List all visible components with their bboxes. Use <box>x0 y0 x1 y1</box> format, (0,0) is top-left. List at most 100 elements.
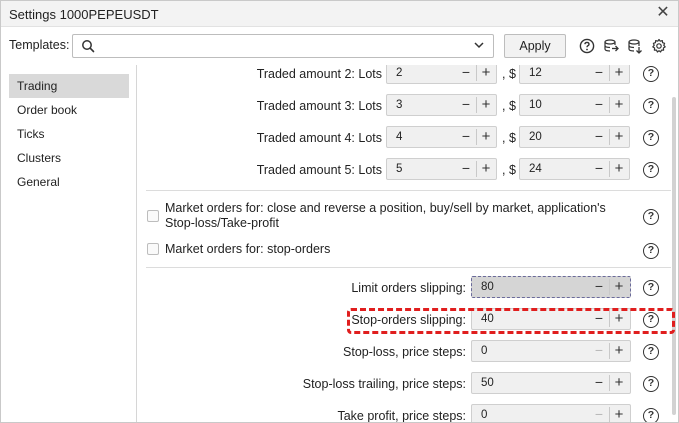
section-divider <box>146 267 671 268</box>
help-icon[interactable]: ? <box>643 408 659 422</box>
stop-orders-slipping-label: Stop-orders slipping: <box>351 313 466 327</box>
database-upload-icon[interactable] <box>603 38 619 54</box>
traded-amount-3-lots-value: 3 <box>396 99 403 111</box>
help-icon[interactable]: ? <box>643 280 659 296</box>
sidebar-item-order-book[interactable]: Order book <box>9 98 129 122</box>
increment-button[interactable]: + <box>610 309 628 329</box>
decrement-button[interactable]: − <box>590 341 608 361</box>
sidebar-item-clusters[interactable]: Clusters <box>9 146 129 170</box>
decrement-button[interactable]: − <box>457 65 475 83</box>
traded-amount-5-lots-spinner[interactable]: 5 − + <box>386 158 497 180</box>
traded-amount-2-label: Traded amount 2: Lots <box>256 67 382 81</box>
increment-button[interactable]: + <box>610 65 628 83</box>
increment-button[interactable]: + <box>477 127 495 147</box>
limit-orders-slipping-value: 80 <box>481 281 494 293</box>
sidebar-item-trading[interactable]: Trading <box>9 74 129 98</box>
section-divider <box>146 190 671 191</box>
traded-amount-4-lots-spinner[interactable]: 4 − + <box>386 126 497 148</box>
decrement-button[interactable]: − <box>590 405 608 422</box>
help-icon[interactable]: ? <box>643 243 659 259</box>
decrement-button[interactable]: − <box>590 277 608 297</box>
limit-orders-slipping-label: Limit orders slipping: <box>351 281 466 295</box>
take-profit-price-steps-label: Take profit, price steps: <box>337 409 466 423</box>
currency-separator: , $ <box>502 99 516 113</box>
market-orders-close-reverse-label: Market orders for: close and reverse a p… <box>165 201 606 230</box>
templates-row: Templates: Apply <box>1 27 678 65</box>
traded-amount-4-label: Traded amount 4: Lots <box>256 131 382 145</box>
take-profit-price-steps-value: 0 <box>481 409 488 421</box>
increment-button[interactable]: + <box>477 159 495 179</box>
templates-dropdown[interactable] <box>72 34 494 58</box>
stop-orders-slipping-spinner[interactable]: 40 − + <box>471 308 631 330</box>
traded-amount-3-label: Traded amount 3: Lots <box>256 99 382 113</box>
content-scrollbar[interactable] <box>672 97 676 415</box>
currency-separator: , $ <box>502 163 516 177</box>
settings-window: Settings 1000PEPEUSDT ✕ Templates: Apply <box>0 0 679 423</box>
help-icon[interactable]: ? <box>643 344 659 360</box>
stop-loss-trailing-value: 50 <box>481 377 494 389</box>
decrement-button[interactable]: − <box>457 95 475 115</box>
decrement-button[interactable]: − <box>590 309 608 329</box>
traded-amount-4-lots-value: 4 <box>396 131 403 143</box>
help-icon[interactable]: ? <box>643 376 659 392</box>
traded-amount-4-usd-spinner[interactable]: 20 − + <box>519 126 630 148</box>
gear-icon[interactable] <box>651 38 667 54</box>
settings-content: Traded amount 2: Lots 2 − + , $ 12 − + ?… <box>138 65 678 423</box>
database-download-icon[interactable] <box>627 38 643 54</box>
decrement-button[interactable]: − <box>590 159 608 179</box>
decrement-button[interactable]: − <box>590 95 608 115</box>
help-icon[interactable]: ? <box>643 162 659 178</box>
traded-amount-2-usd-spinner[interactable]: 12 − + <box>519 65 630 84</box>
help-icon[interactable]: ? <box>643 130 659 146</box>
currency-separator: , $ <box>502 67 516 81</box>
help-icon[interactable]: ? <box>643 66 659 82</box>
traded-amount-2-lots-value: 2 <box>396 67 403 79</box>
title-bar: Settings 1000PEPEUSDT ✕ <box>1 1 678 27</box>
stop-orders-slipping-value: 40 <box>481 313 494 325</box>
apply-button[interactable]: Apply <box>504 34 566 58</box>
increment-button[interactable]: + <box>610 405 628 422</box>
traded-amount-3-lots-spinner[interactable]: 3 − + <box>386 94 497 116</box>
increment-button[interactable]: + <box>477 65 495 83</box>
decrement-button[interactable]: − <box>457 127 475 147</box>
increment-button[interactable]: + <box>610 373 628 393</box>
traded-amount-3-usd-spinner[interactable]: 10 − + <box>519 94 630 116</box>
take-profit-price-steps-spinner[interactable]: 0 − + <box>471 404 631 422</box>
sidebar-item-general[interactable]: General <box>9 170 129 194</box>
stop-loss-price-steps-spinner[interactable]: 0 − + <box>471 340 631 362</box>
templates-label: Templates: <box>9 38 70 52</box>
help-icon[interactable]: ? <box>643 98 659 114</box>
market-orders-close-reverse-checkbox[interactable] <box>147 210 159 222</box>
window-title: Settings 1000PEPEUSDT <box>9 7 159 22</box>
stop-loss-trailing-spinner[interactable]: 50 − + <box>471 372 631 394</box>
traded-amount-2-usd-value: 12 <box>529 67 542 79</box>
decrement-button[interactable]: − <box>457 159 475 179</box>
help-icon[interactable] <box>579 38 595 54</box>
stop-loss-trailing-label: Stop-loss trailing, price steps: <box>302 377 466 391</box>
increment-button[interactable]: + <box>610 95 628 115</box>
traded-amount-3-usd-value: 10 <box>529 99 542 111</box>
stop-loss-price-steps-label: Stop-loss, price steps: <box>343 345 466 359</box>
traded-amount-5-usd-spinner[interactable]: 24 − + <box>519 158 630 180</box>
increment-button[interactable]: + <box>610 127 628 147</box>
traded-amount-4-usd-value: 20 <box>529 131 542 143</box>
traded-amount-5-usd-value: 24 <box>529 163 542 175</box>
increment-button[interactable]: + <box>610 341 628 361</box>
decrement-button[interactable]: − <box>590 65 608 83</box>
increment-button[interactable]: + <box>610 159 628 179</box>
traded-amount-2-lots-spinner[interactable]: 2 − + <box>386 65 497 84</box>
close-icon[interactable]: ✕ <box>654 4 672 22</box>
market-orders-stop-orders-checkbox[interactable] <box>147 243 159 255</box>
help-icon[interactable]: ? <box>643 209 659 225</box>
decrement-button[interactable]: − <box>590 373 608 393</box>
increment-button[interactable]: + <box>477 95 495 115</box>
help-icon[interactable]: ? <box>643 312 659 328</box>
traded-amount-5-label: Traded amount 5: Lots <box>256 163 382 177</box>
sidebar-item-ticks[interactable]: Ticks <box>9 122 129 146</box>
market-orders-stop-orders-label: Market orders for: stop-orders <box>165 242 331 256</box>
limit-orders-slipping-spinner[interactable]: 80 − + <box>471 276 631 298</box>
traded-amount-5-lots-value: 5 <box>396 163 403 175</box>
decrement-button[interactable]: − <box>590 127 608 147</box>
settings-sidebar: Trading Order book Ticks Clusters Genera… <box>1 65 137 422</box>
increment-button[interactable]: + <box>610 277 628 297</box>
